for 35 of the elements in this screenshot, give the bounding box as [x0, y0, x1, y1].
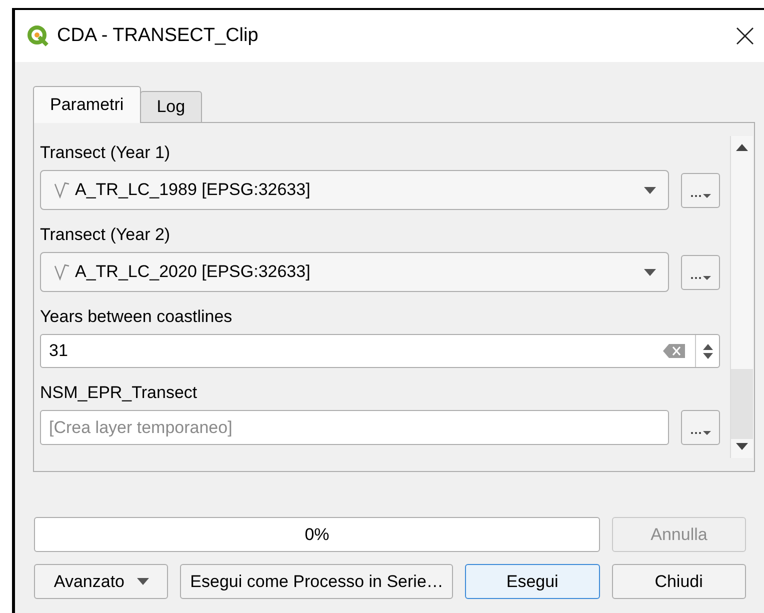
caret-icon	[136, 578, 148, 585]
parameter-label: Transect (Year 1)	[40, 142, 172, 164]
close-icon[interactable]	[736, 27, 754, 45]
output-field[interactable]: [Crea layer temporaneo]	[40, 410, 669, 445]
dropdown-caret-icon	[644, 268, 656, 276]
parameter-label: Transect (Year 2)	[40, 224, 172, 246]
window-title: CDA - TRANSECT_Clip	[57, 24, 260, 48]
browse-button[interactable]	[681, 410, 720, 445]
scrollbar-thumb[interactable]	[731, 369, 753, 439]
more-options-icon	[690, 274, 712, 280]
action-button[interactable]: Esegui come Processo in Serie…	[180, 564, 454, 599]
tab[interactable]: Parametri	[33, 86, 141, 123]
action-button[interactable]: Esegui	[465, 564, 600, 599]
clear-icon[interactable]	[663, 344, 685, 358]
dropdown-button[interactable]: Avanzato	[34, 564, 168, 599]
browse-button[interactable]	[681, 254, 720, 290]
layer-dropdown[interactable]: A_TR_LC_1989 [EPSG:32633]	[40, 170, 669, 210]
scroll-down-icon[interactable]	[736, 443, 748, 450]
app-logo-icon	[27, 25, 49, 47]
line-layer-icon	[53, 263, 71, 281]
scroll-up-icon[interactable]	[736, 144, 748, 151]
parameter-label: NSM_EPR_Transect	[40, 382, 198, 404]
dropdown-caret-icon	[644, 186, 656, 194]
number-spinbox[interactable]: 31	[40, 334, 720, 368]
more-options-icon	[690, 192, 712, 198]
browse-button[interactable]	[681, 172, 720, 208]
parameter-label: Years between coastlines	[40, 306, 234, 328]
line-layer-icon	[53, 181, 71, 199]
more-options-icon	[690, 430, 712, 436]
tab[interactable]: Log	[140, 91, 202, 123]
progress-reading: 0%	[304, 524, 330, 546]
scrollbar[interactable]	[730, 136, 753, 458]
number-value: 31	[48, 340, 69, 362]
layer-dropdown[interactable]: A_TR_LC_2020 [EPSG:32633]	[40, 252, 669, 292]
action-button[interactable]: Chiudi	[612, 564, 746, 599]
